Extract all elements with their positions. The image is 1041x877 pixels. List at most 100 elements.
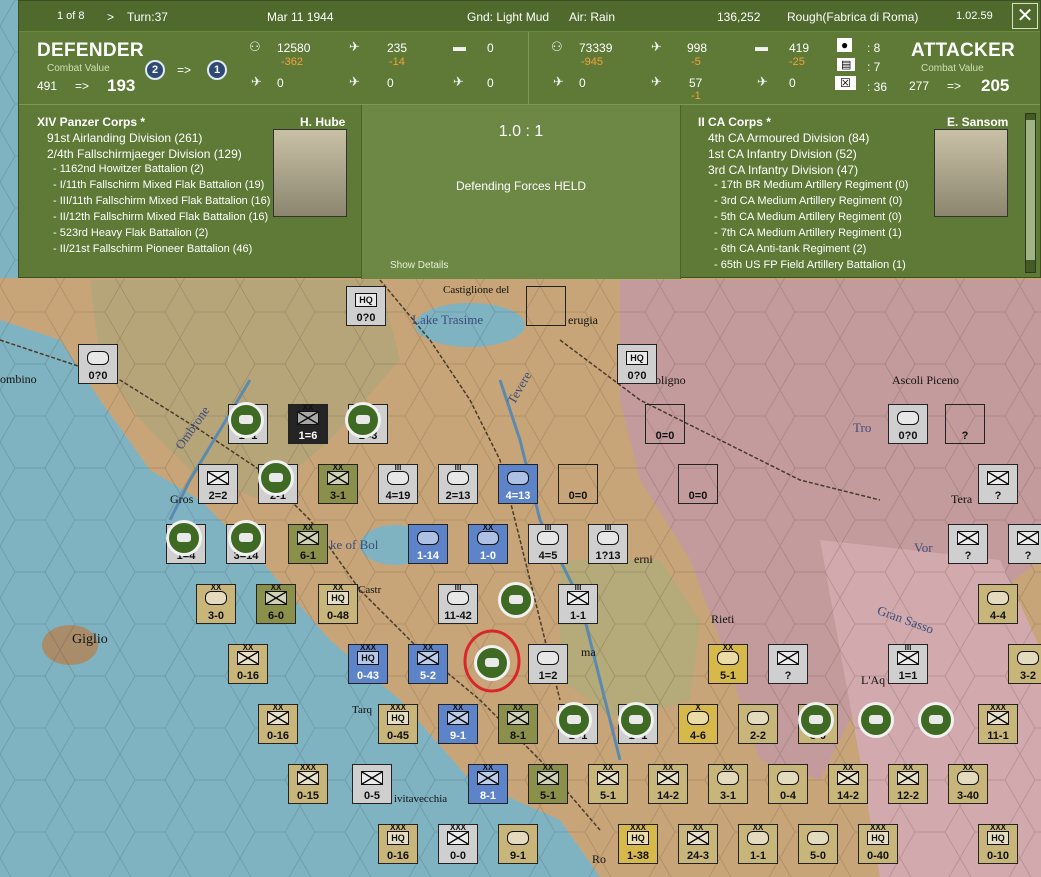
unit-counter-u46[interactable]: XXX 0-15: [288, 763, 328, 804]
attacker-men-loss: -945: [581, 56, 604, 68]
unit-counter-u53[interactable]: 0-4: [768, 764, 808, 804]
scrollbar-thumb[interactable]: [1026, 120, 1035, 260]
hq-symbol: HQ: [327, 591, 349, 605]
unit-counter-u45[interactable]: XXX 11-1: [978, 703, 1018, 744]
unit-counter-u25[interactable]: III 11-42: [438, 583, 478, 624]
defender-other-air: 0: [487, 76, 494, 90]
unit-counter-u27[interactable]: 4-4: [978, 584, 1018, 624]
unit-counter-u35[interactable]: 3-2: [1008, 644, 1041, 684]
unit-counter-u38[interactable]: XX 9-1: [438, 703, 478, 744]
unit-counter-u42[interactable]: X 4-6: [678, 703, 718, 744]
unit-counter-u7[interactable]: III 4=19: [378, 463, 418, 504]
unit-counter-u26[interactable]: III 1-1: [558, 583, 598, 624]
unit-counter-u12[interactable]: ?: [978, 464, 1018, 504]
attacker-unit-line: - 7th CA Medium Artillery Regiment (1): [714, 227, 902, 239]
unit-counter-u11[interactable]: 0=0: [678, 464, 718, 504]
unit-counter-r-foligno[interactable]: 0=0: [645, 404, 685, 444]
defender-unit-line: - II/12th Fallschirm Mixed Flak Battalio…: [53, 211, 269, 223]
unit-counter-u43[interactable]: 2-2: [738, 704, 778, 744]
unit-strength-value: 0-10: [986, 850, 1010, 862]
unit-counter-u60[interactable]: XXX HQ 1-38: [618, 823, 658, 864]
unit-counter-u18[interactable]: III 4=5: [528, 523, 568, 564]
unit-counter-u49[interactable]: XX 5-1: [528, 763, 568, 804]
unit-counter-u32[interactable]: XX 5-1: [708, 643, 748, 684]
unit-counter-u64[interactable]: XXX HQ 0-40: [858, 823, 898, 864]
map-label-castiglione: Castiglione del: [443, 284, 510, 296]
unit-counter-u2[interactable]: XX 1=6: [288, 403, 328, 444]
unit-counter-u58[interactable]: XXX 0-0: [438, 823, 478, 864]
defender-commander-portrait: [273, 129, 347, 217]
unit-counter-u10[interactable]: 0=0: [558, 464, 598, 504]
attacker-unit-line: - 65th US FP Field Artillery Battalion (…: [714, 259, 906, 271]
unit-counter-u62[interactable]: XX 1-1: [738, 823, 778, 864]
unit-counter-u31[interactable]: 1=2: [528, 644, 568, 684]
unit-counter-u20[interactable]: ?: [948, 524, 988, 564]
unit-counter-u48[interactable]: XX 8-1: [468, 763, 508, 804]
unit-counter-r-perugia[interactable]: [526, 286, 566, 326]
unit-strength-value: 14-2: [656, 790, 680, 802]
unit-counter-u4[interactable]: 2=2: [198, 464, 238, 504]
tank-unit-marker[interactable]: [166, 520, 202, 556]
unit-strength-value: 4=5: [538, 550, 558, 562]
unit-counter-u56[interactable]: XX 3-40: [948, 763, 988, 804]
tank-unit-marker[interactable]: [918, 702, 954, 738]
tank-unit-marker[interactable]: [345, 402, 381, 438]
unit-counter-u23[interactable]: XX 6-0: [256, 583, 296, 624]
unit-counter-u47[interactable]: 0-5: [352, 764, 392, 804]
unit-counter-u9[interactable]: 4=13: [498, 464, 538, 504]
hq-symbol: HQ: [987, 831, 1009, 845]
oob-scrollbar[interactable]: [1025, 113, 1036, 273]
unit-counter-u39[interactable]: XX 8-1: [498, 703, 538, 744]
tank-unit-marker[interactable]: [228, 520, 264, 556]
unit-counter-u57[interactable]: XXX HQ 0-16: [378, 823, 418, 864]
unit-counter-u63[interactable]: 5-0: [798, 824, 838, 864]
tank-unit-marker[interactable]: [798, 702, 834, 738]
infantry-symbol-icon: [477, 771, 499, 785]
unit-counter-u59[interactable]: 9-1: [498, 824, 538, 864]
unit-counter-u34[interactable]: III 1=1: [888, 643, 928, 684]
defender-commander: H. Hube: [300, 115, 346, 129]
unit-counter-box-tro[interactable]: 0?0: [888, 404, 928, 444]
tank-unit-marker[interactable]: [258, 460, 294, 496]
unit-counter-u65[interactable]: XXX HQ 0-10: [978, 823, 1018, 864]
unit-counter-r-east[interactable]: ?: [945, 404, 985, 444]
infantry-symbol-icon: [265, 591, 287, 605]
unit-counter-u37[interactable]: XXX HQ 0-45: [378, 703, 418, 744]
unit-counter-u28[interactable]: XX 0-16: [228, 643, 268, 684]
unit-counter-u30[interactable]: XX 5-2: [408, 643, 448, 684]
unit-counter-u15[interactable]: XX 6-1: [288, 523, 328, 564]
unit-counter-u36[interactable]: XX 0-16: [258, 703, 298, 744]
unit-counter-u55[interactable]: XX 12-2: [888, 763, 928, 804]
unit-counter-u6[interactable]: XX 3-1: [318, 463, 358, 504]
unit-counter-div-piombino[interactable]: 0?0: [78, 344, 118, 384]
unit-counter-u24[interactable]: XX HQ 0-48: [318, 583, 358, 624]
unit-counter-hq-castiglione[interactable]: HQ 0?0: [346, 286, 386, 326]
next-page-arrow[interactable]: >: [107, 10, 114, 24]
unit-counter-u17[interactable]: XX 1-0: [468, 523, 508, 564]
unit-strength-value: 5-1: [600, 790, 616, 802]
attacker-commander-portrait: [934, 129, 1008, 217]
unit-counter-u21[interactable]: ?: [1008, 524, 1041, 564]
unit-strength-value: 0?0: [88, 370, 108, 382]
unit-counter-u16[interactable]: 1-14: [408, 524, 448, 564]
unit-counter-u54[interactable]: XX 14-2: [828, 763, 868, 804]
unit-counter-hq-foligno[interactable]: HQ 0?0: [617, 344, 657, 384]
unit-counter-u8[interactable]: III 2=13: [438, 463, 478, 504]
armor-symbol-icon: [537, 531, 559, 545]
unit-counter-u19[interactable]: III 1?13: [588, 523, 628, 564]
close-button[interactable]: ✕: [1012, 3, 1038, 29]
tank-unit-marker[interactable]: [556, 702, 592, 738]
tank-unit-marker[interactable]: [618, 702, 654, 738]
unit-counter-u50[interactable]: XX 5-1: [588, 763, 628, 804]
show-details-link[interactable]: Show Details: [390, 260, 448, 271]
unit-counter-u52[interactable]: XX 3-1: [708, 763, 748, 804]
unit-counter-u33[interactable]: ?: [768, 644, 808, 684]
infantry-symbol-icon: [567, 591, 589, 605]
tank-unit-marker[interactable]: [858, 702, 894, 738]
unit-counter-u22[interactable]: XX 3-0: [196, 583, 236, 624]
unit-counter-u61[interactable]: XX 24-3: [678, 823, 718, 864]
tank-unit-marker[interactable]: [228, 402, 264, 438]
unit-counter-u29[interactable]: XXX HQ 0-43: [348, 643, 388, 684]
unit-counter-u51[interactable]: XX 14-2: [648, 763, 688, 804]
tank-unit-marker[interactable]: [498, 582, 534, 618]
